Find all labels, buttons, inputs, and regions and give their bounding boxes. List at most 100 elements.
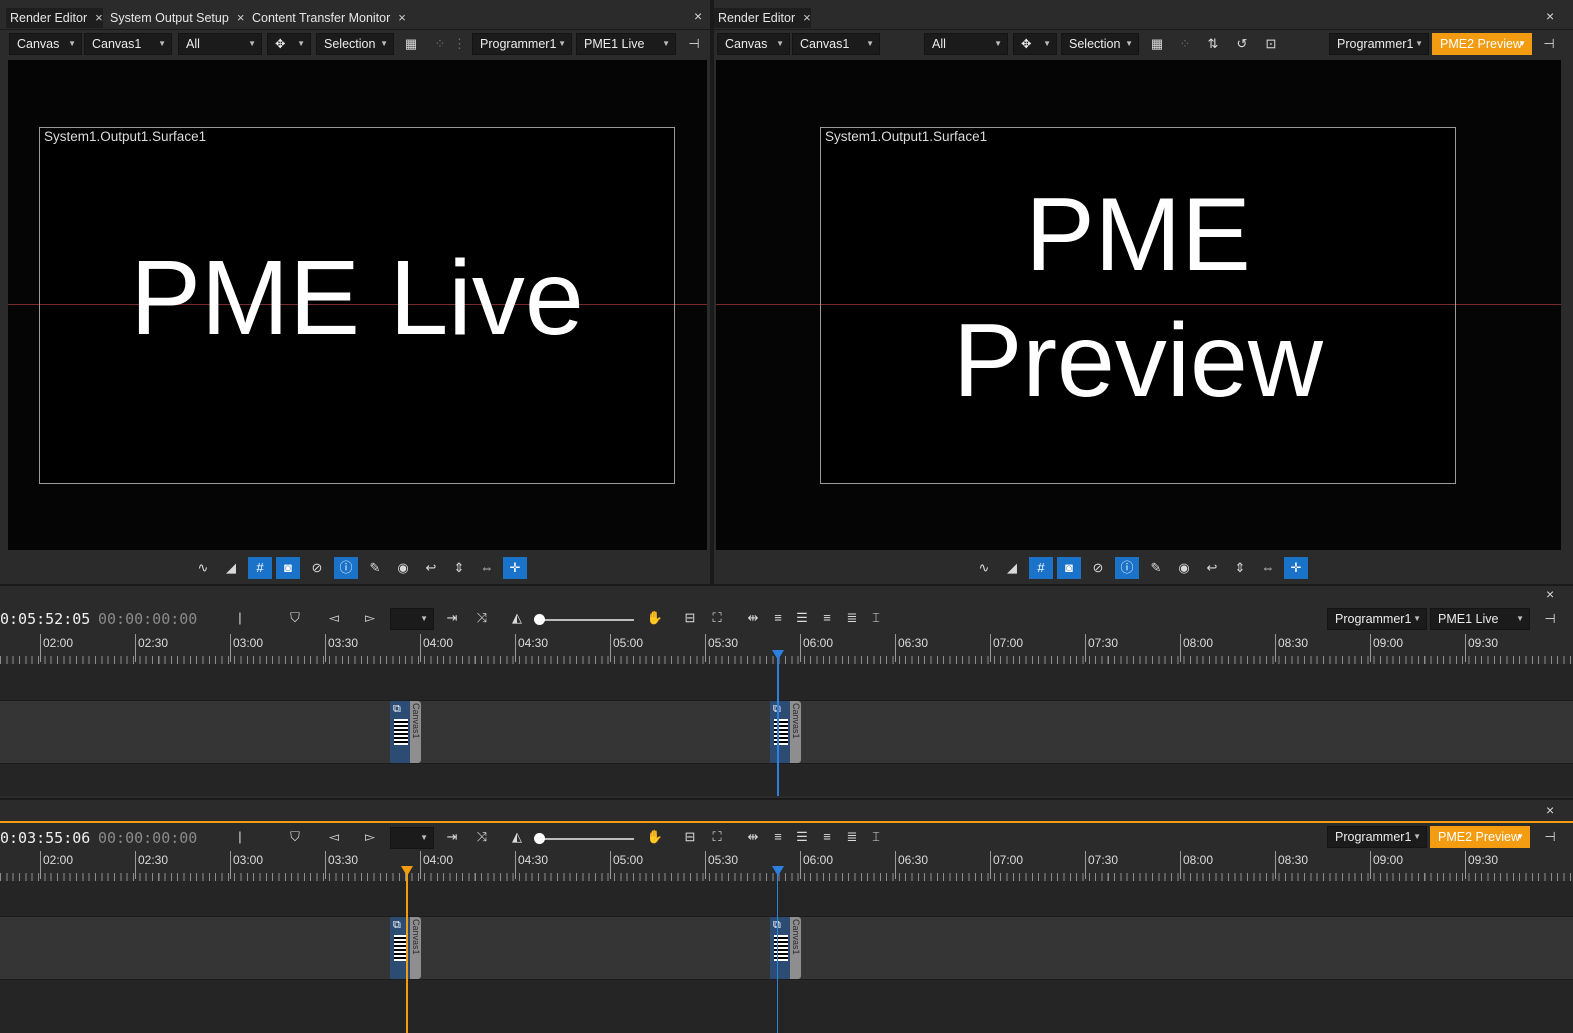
timeline2-track[interactable]: ⧉ Canvas1 ⧉ Canvas1 — [0, 916, 1573, 980]
mode-dropdown[interactable]: Selection ▼ — [316, 33, 394, 55]
hand-icon[interactable]: ✋ — [645, 828, 665, 846]
uv-icon[interactable]: ↺ — [1232, 35, 1252, 53]
more-icon[interactable]: ⋮ — [453, 35, 466, 53]
snap-icon[interactable]: ⁘ — [430, 35, 450, 53]
add-cue-icon[interactable]: ⛉ — [285, 609, 305, 627]
collapse-icon[interactable]: ⇹ — [743, 609, 763, 627]
next-cue-icon[interactable]: ▻ — [360, 609, 380, 627]
programmer-dropdown[interactable]: Programmer1 ▼ — [472, 33, 572, 55]
canvas-name-dropdown[interactable]: Canvas1 ▼ — [792, 33, 880, 55]
grid-icon[interactable]: ▦ — [1147, 35, 1167, 53]
info-icon[interactable]: ⓘ — [334, 557, 358, 579]
brush-icon[interactable]: ✎ — [363, 557, 387, 579]
timeline2-playhead[interactable] — [401, 866, 413, 1033]
tab-close-icon[interactable]: × — [398, 10, 406, 25]
camera-icon[interactable]: ◙ — [276, 557, 300, 579]
output-surface[interactable]: System1.Output1.Surface1 PME Live — [39, 127, 675, 484]
zoom-slider[interactable] — [540, 619, 634, 621]
fit-all-icon[interactable]: ⊟ — [680, 828, 700, 846]
cursor-icon[interactable]: | — [230, 609, 250, 627]
grid-toggle-icon[interactable]: # — [1029, 557, 1053, 579]
filter-dropdown[interactable]: All ▼ — [924, 33, 1008, 55]
hidden-icon[interactable]: ⊘ — [1086, 557, 1110, 579]
snapshot-icon[interactable]: ◉ — [1172, 557, 1196, 579]
go-to-cue-icon[interactable]: ⇥ — [442, 828, 462, 846]
ramp-icon[interactable]: ◢ — [1000, 557, 1024, 579]
cue-block[interactable]: ⧉ Canvas1 — [770, 701, 802, 763]
add-track-icon[interactable]: ≡ — [817, 609, 837, 627]
left-viewport[interactable]: System1.Output1.Surface1 PME Live — [8, 60, 707, 550]
tab-close-icon[interactable]: × — [803, 10, 811, 25]
panel-close-icon[interactable]: × — [1546, 586, 1554, 602]
tab-render-editor[interactable]: Render Editor × — [6, 8, 103, 28]
tab-close-icon[interactable]: × — [237, 10, 245, 25]
playback-dropdown[interactable]: PME2 Preview ▼ — [1430, 826, 1530, 848]
zoom-slider-knob[interactable] — [534, 833, 545, 844]
snapshot-icon[interactable]: ◉ — [391, 557, 415, 579]
center-view-icon[interactable]: ✛ — [1284, 557, 1308, 579]
timeline1-track[interactable]: ⧉ Canvas1 ⧉ Canvas1 — [0, 700, 1573, 764]
output-surface[interactable]: System1.Output1.Surface1 PME Preview — [820, 127, 1456, 484]
panel-close-icon[interactable]: × — [1546, 8, 1554, 24]
align-center-icon[interactable]: ≡ — [768, 828, 788, 846]
frame-icon[interactable]: ⊡ — [1261, 35, 1281, 53]
center-view-icon[interactable]: ✛ — [503, 557, 527, 579]
timeline1-ruler[interactable]: 02:00 02:30 03:00 03:30 04:00 04:30 05:00 05:30… — [0, 634, 1573, 664]
offset-timecode[interactable]: 00:00:00:00 — [98, 829, 197, 847]
grid-toggle-icon[interactable]: # — [248, 557, 272, 579]
tab-system-output-setup[interactable]: System Output Setup × — [106, 8, 244, 28]
next-cue-icon[interactable]: ▻ — [360, 828, 380, 846]
zoom-slider[interactable] — [540, 838, 634, 840]
playback-dropdown[interactable]: PME1 Live ▼ — [1430, 608, 1530, 630]
waveform-icon[interactable]: ∿ — [191, 557, 215, 579]
align-stack-icon[interactable]: ☰ — [792, 609, 812, 627]
tab-render-editor-right[interactable]: Render Editor × — [714, 8, 811, 28]
cue-block[interactable]: ⧉ Canvas1 — [770, 917, 802, 979]
playback-dropdown[interactable]: PME1 Live ▼ — [576, 33, 676, 55]
timeline2-ruler[interactable]: 02:00 02:30 03:00 03:30 04:00 04:30 05:00 05:30… — [0, 851, 1573, 881]
fit-height-icon[interactable]: ⇕ — [447, 557, 471, 579]
text-cursor-icon[interactable]: ⌶ — [866, 609, 886, 627]
brush-icon[interactable]: ✎ — [1144, 557, 1168, 579]
canvas-name-dropdown[interactable]: Canvas1 ▼ — [84, 33, 172, 55]
fit-width-icon[interactable]: ⇔ — [1256, 557, 1280, 579]
tab-close-icon[interactable]: × — [95, 10, 103, 25]
playhead-marker[interactable] — [401, 866, 413, 876]
pin-icon[interactable]: ⊣ — [1540, 610, 1560, 628]
shuffle-icon[interactable]: ⤨ — [472, 609, 492, 627]
programmer-dropdown[interactable]: Programmer1 ▼ — [1327, 608, 1427, 630]
hand-icon[interactable]: ✋ — [645, 609, 665, 627]
hidden-icon[interactable]: ⊘ — [305, 557, 329, 579]
go-to-cue-icon[interactable]: ⇥ — [442, 609, 462, 627]
playback-dropdown[interactable]: PME2 Preview ▼ — [1432, 33, 1532, 55]
zoom-icon[interactable]: ◭ — [507, 609, 527, 627]
programmer-dropdown[interactable]: Programmer1 ▼ — [1327, 826, 1427, 848]
camera-icon[interactable]: ◙ — [1057, 557, 1081, 579]
expand-icon[interactable]: ⛶ — [707, 609, 727, 627]
programmer-dropdown[interactable]: Programmer1 ▼ — [1329, 33, 1429, 55]
panel-close-icon[interactable]: × — [1546, 802, 1554, 818]
cue-dropdown[interactable]: ▼ — [390, 608, 434, 630]
zoom-icon[interactable]: ◭ — [507, 828, 527, 846]
timeline1-playhead[interactable] — [772, 650, 784, 796]
ramp-icon[interactable]: ◢ — [219, 557, 243, 579]
pin-icon[interactable]: ⊣ — [684, 35, 704, 53]
align-stack-icon[interactable]: ☰ — [792, 828, 812, 846]
collapse-icon[interactable]: ⇹ — [743, 828, 763, 846]
offset-timecode[interactable]: 00:00:00:00 — [98, 610, 197, 628]
shuffle-icon[interactable]: ⤨ — [472, 828, 492, 846]
tab-content-transfer-monitor[interactable]: Content Transfer Monitor × — [248, 8, 406, 28]
text-cursor-icon[interactable]: ⌶ — [866, 828, 886, 846]
track-list-icon[interactable]: ≣ — [842, 828, 862, 846]
fit-height-icon[interactable]: ⇕ — [1228, 557, 1252, 579]
flip-icon[interactable]: ⇅ — [1203, 35, 1223, 53]
expand-icon[interactable]: ⛶ — [707, 828, 727, 846]
panel-divider[interactable] — [710, 0, 714, 584]
pin-icon[interactable]: ⊣ — [1539, 35, 1559, 53]
pin-icon[interactable]: ⊣ — [1540, 828, 1560, 846]
align-center-icon[interactable]: ≡ — [768, 609, 788, 627]
waveform-icon[interactable]: ∿ — [972, 557, 996, 579]
track-list-icon[interactable]: ≣ — [842, 609, 862, 627]
mode-dropdown[interactable]: Selection ▼ — [1061, 33, 1139, 55]
fit-width-icon[interactable]: ⇔ — [475, 557, 499, 579]
